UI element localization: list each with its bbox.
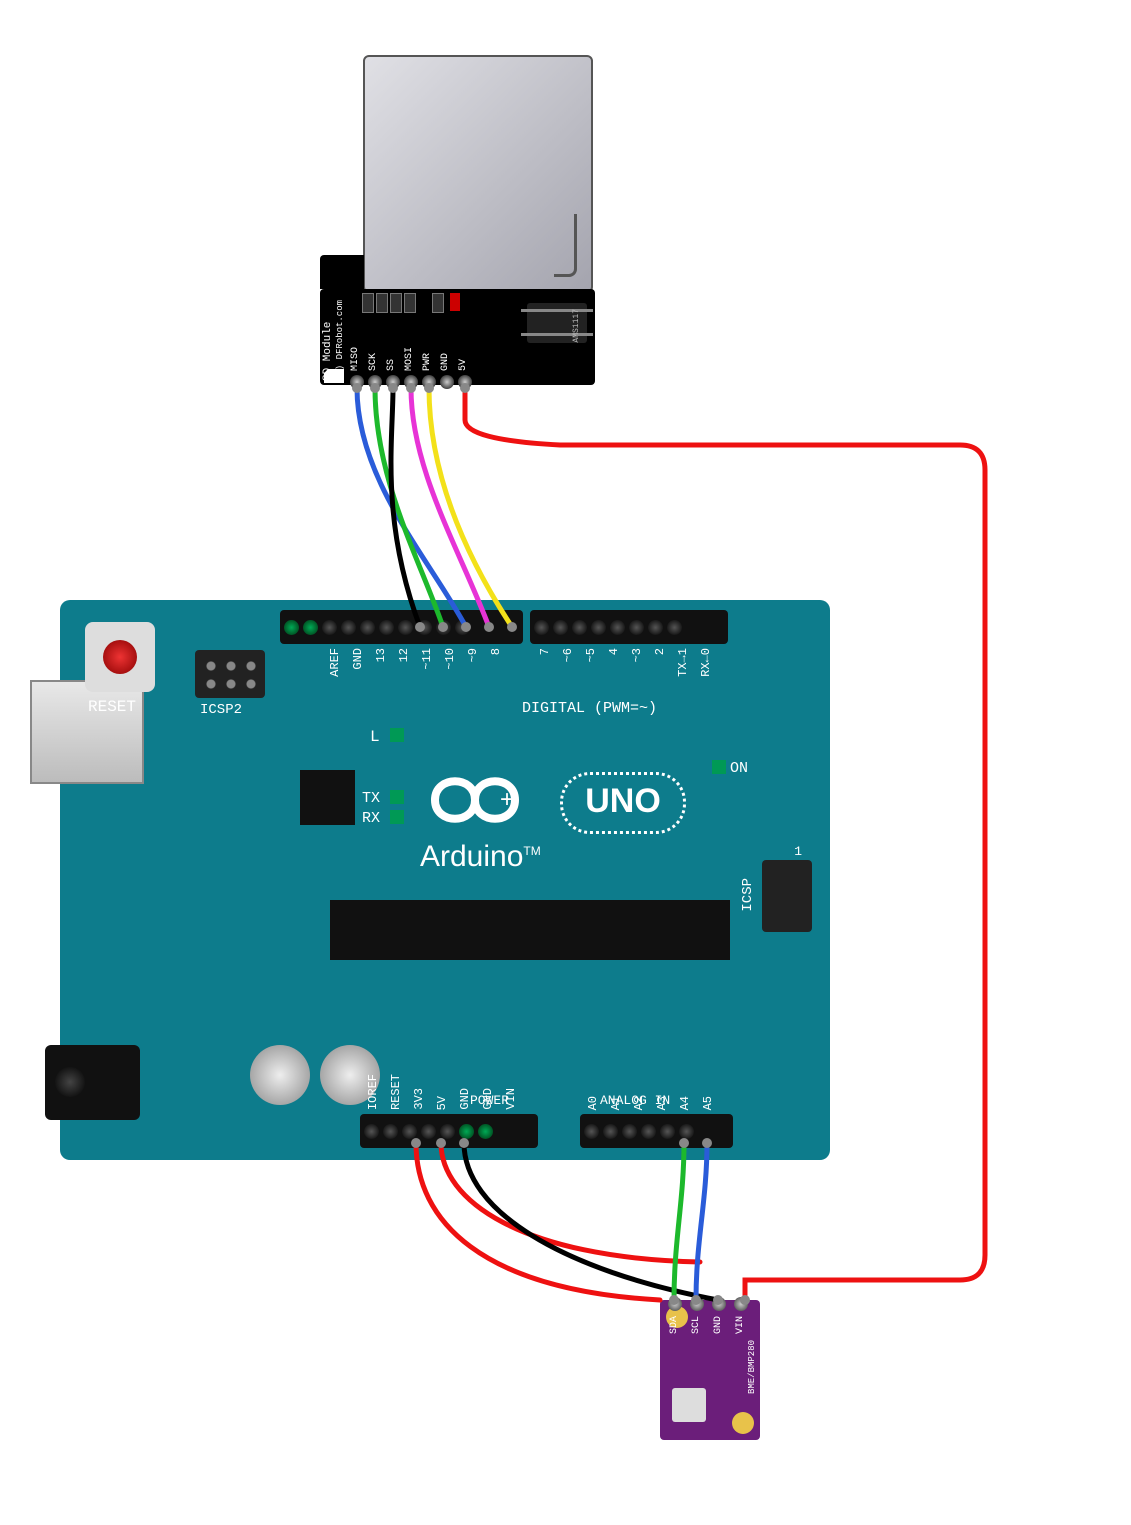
sd-pin-pwr (422, 375, 436, 389)
mounting-hole (732, 1412, 754, 1434)
power-jack (45, 1045, 140, 1120)
digital-section-label: DIGITAL (PWM=~) (522, 700, 657, 717)
sd-pin-ss (386, 375, 400, 389)
atmega328p (330, 900, 730, 960)
digital-header-right (530, 610, 728, 644)
wiring-diagram: AMS1117 SD Module (c) DFRobot.com MISO S… (0, 0, 1131, 1525)
sd-module-title: SD Module (c) DFRobot.com (322, 291, 346, 381)
analog-header (580, 1114, 733, 1148)
arduino-logo-icon: -+ (400, 765, 550, 835)
svg-text:+: + (500, 786, 514, 813)
atmega16u2 (300, 770, 355, 825)
sd-pin-miso (350, 375, 364, 389)
wire-sd-sck-d13 (375, 388, 443, 627)
power-header (360, 1114, 538, 1148)
sd-pin-5v (458, 375, 472, 389)
capacitor (250, 1045, 310, 1105)
on-led (712, 760, 726, 774)
wire-a5-scl (696, 1143, 707, 1300)
sd-card-slot (363, 55, 593, 293)
sd-pin-sck (368, 375, 382, 389)
svg-text:-: - (430, 782, 439, 813)
icsp-header (762, 860, 812, 932)
bme-pin-vin (734, 1297, 748, 1311)
wire-3v3-bme (416, 1143, 660, 1300)
wire-gnd-bme (464, 1143, 718, 1300)
sd-logo-icon (324, 369, 344, 383)
bme-pin-sda (668, 1297, 682, 1311)
uno-badge: UNO (560, 772, 686, 834)
arduino-brand: ArduinoTM (420, 840, 541, 874)
digital-header-left (280, 610, 523, 644)
wire-sd-ss-gnd (391, 388, 420, 627)
reset-label: RESET (88, 698, 136, 716)
icsp2-header (195, 650, 265, 698)
bme-pin-scl (690, 1297, 704, 1311)
wire-sd-miso-d12 (357, 388, 466, 627)
sd-pin-mosi (404, 375, 418, 389)
arduino-uno-board: RESET ICSP2 AREF GND 13 12 ~11 ~10 ~9 8 … (60, 600, 830, 1160)
sd-card-module: AMS1117 SD Module (c) DFRobot.com MISO S… (320, 55, 595, 385)
sd-pin-gnd (440, 375, 454, 389)
power-led (450, 293, 460, 311)
bme280-sensor: BME/BMP280 SDA SCL GND VIN (660, 1300, 760, 1440)
wire-5v-bus (441, 1143, 700, 1262)
wire-sd-pwr-d10 (429, 388, 512, 627)
regulator-label: AMS1117 (572, 309, 581, 343)
wire-sd-mosi-d11 (411, 388, 489, 627)
l-led (390, 728, 404, 742)
usb-port (30, 680, 144, 784)
reset-button[interactable] (85, 622, 155, 692)
wire-a4-sda (674, 1143, 684, 1300)
bme280-chip (672, 1388, 706, 1422)
bme-pin-gnd (712, 1297, 726, 1311)
